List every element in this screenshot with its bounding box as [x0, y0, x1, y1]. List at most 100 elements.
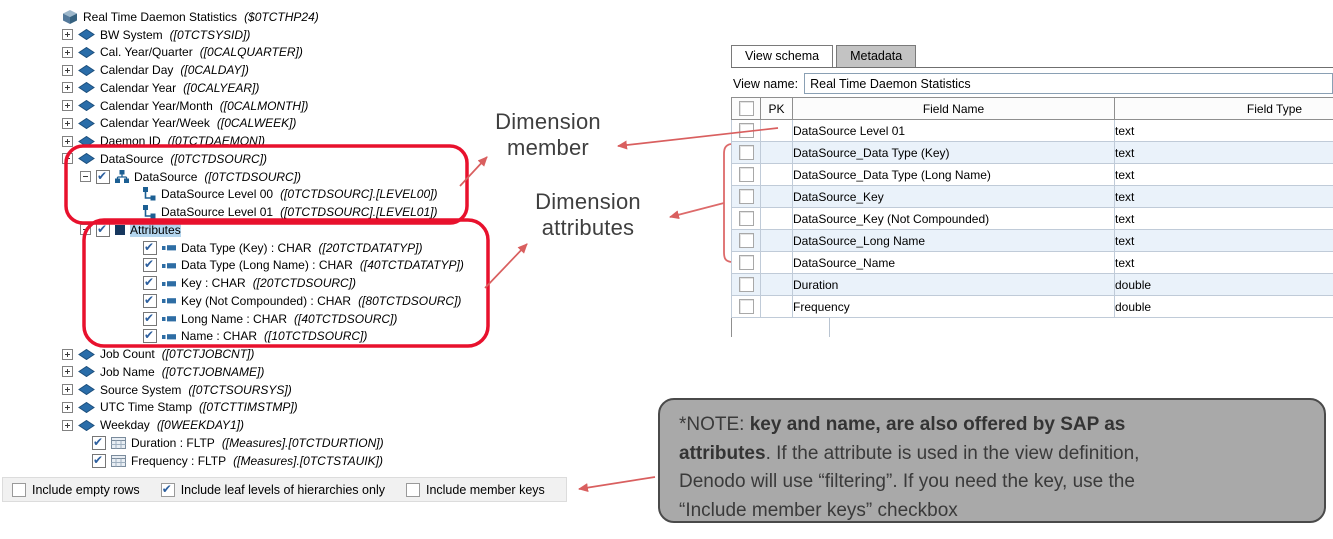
tree-item-label[interactable]: Calendar Year/Month	[100, 99, 213, 113]
row-checkbox[interactable]	[738, 167, 754, 183]
tree-item-label[interactable]: Job Name	[100, 365, 155, 379]
tree-item-label[interactable]: Calendar Year	[100, 81, 176, 95]
tree-item-label[interactable]: Weekday	[100, 418, 150, 432]
tree-item[interactable]: Daemon ID ([0TCTDAEMON])	[62, 132, 464, 150]
tree-item[interactable]: Calendar Year ([0CALYEAR])	[62, 79, 464, 97]
expand-plus-icon[interactable]	[62, 384, 73, 396]
tree-item-checkbox[interactable]	[143, 293, 157, 308]
expand-plus-icon[interactable]	[62, 366, 73, 378]
row-checkbox[interactable]	[738, 123, 754, 139]
tree-item-label[interactable]: Calendar Day	[100, 63, 173, 77]
row-checkbox[interactable]	[738, 255, 754, 271]
tree-item-checkbox[interactable]	[143, 240, 157, 255]
option-checkbox[interactable]	[12, 482, 26, 497]
tree-item-label[interactable]: DataSource	[134, 170, 197, 184]
tab-view-schema[interactable]: View schema	[731, 45, 834, 67]
tree-item-checkbox[interactable]	[143, 275, 157, 291]
tree-item-label[interactable]: Name : CHAR	[181, 329, 257, 343]
tree-item-label[interactable]: Job Count	[100, 347, 155, 361]
tree-item[interactable]: DataSource ([0TCTDSOURC])	[62, 150, 464, 168]
tree-item-label[interactable]: Long Name : CHAR	[181, 312, 287, 326]
row-checkbox[interactable]	[738, 299, 754, 315]
tree-item-label[interactable]: Real Time Daemon Statistics	[83, 10, 237, 24]
tree-item[interactable]: BW System ([0TCTSYSID])	[62, 26, 464, 44]
tree-item-checkbox[interactable]	[96, 169, 110, 184]
tree-item-checkbox[interactable]	[143, 257, 157, 273]
tree-item[interactable]: UTC Time Stamp ([0TCTTIMSTMP])	[62, 399, 464, 417]
tree-item[interactable]: Name : CHAR ([10TCTDSOURC])	[143, 328, 464, 346]
collapse-minus-icon[interactable]	[80, 171, 91, 183]
tree-item[interactable]: Long Name : CHAR ([40TCTDSOURC])	[143, 310, 464, 328]
tree-item-label[interactable]: Duration : FLTP	[131, 436, 215, 450]
tree-item[interactable]: DataSource Level 01 ([0TCTDSOURC].[LEVEL0…	[143, 203, 464, 221]
tree-item-label[interactable]: Source System	[100, 383, 181, 397]
tree-item-label[interactable]: DataSource Level 01	[161, 205, 273, 219]
tree-item-label[interactable]: DataSource	[100, 152, 163, 166]
tree-item-checkbox[interactable]	[92, 453, 106, 468]
tree-item[interactable]: Duration : FLTP ([Measures].[0TCTDURTION]…	[92, 434, 464, 452]
tree-item-label[interactable]: Frequency : FLTP	[131, 454, 226, 468]
expand-plus-icon[interactable]	[62, 100, 73, 112]
option-label[interactable]: Include leaf levels of hierarchies only	[181, 483, 385, 497]
tree-item[interactable]: Key (Not Compounded) : CHAR ([80TCTDSOURC…	[143, 292, 464, 310]
tree-item[interactable]: Calendar Year/Week ([0CALWEEK])	[62, 115, 464, 133]
tree-item-label[interactable]: Key : CHAR	[181, 276, 246, 290]
option-checkbox[interactable]	[160, 482, 175, 497]
tree-item[interactable]: Key : CHAR ([20TCTDSOURC])	[143, 274, 464, 292]
tree-item[interactable]: DataSource Level 00 ([0TCTDSOURC].[LEVEL0…	[143, 186, 464, 204]
tree-item[interactable]: Frequency : FLTP ([Measures].[0TCTSTAUIK]…	[92, 452, 464, 470]
tree-item-label[interactable]: Cal. Year/Quarter	[100, 45, 193, 59]
tree-item[interactable]: Weekday ([0WEEKDAY1])	[62, 416, 464, 434]
row-checkbox[interactable]	[738, 145, 754, 161]
row-checkbox[interactable]	[738, 189, 754, 205]
tree-item[interactable]: Real Time Daemon Statistics ($0TCTHP24)	[62, 8, 464, 26]
tab-metadata[interactable]: Metadata	[836, 45, 917, 67]
collapse-minus-icon[interactable]	[62, 153, 73, 165]
tree-item[interactable]: Job Name ([0TCTJOBNAME])	[62, 363, 464, 381]
expand-plus-icon[interactable]	[62, 135, 73, 147]
select-all-checkbox[interactable]	[738, 101, 754, 117]
collapse-minus-icon[interactable]	[80, 224, 91, 236]
tree-item[interactable]: Source System ([0TCTSOURSYS])	[62, 381, 464, 399]
tree-item-label[interactable]: Key (Not Compounded) : CHAR	[181, 294, 351, 308]
option-item: Include empty rows	[12, 482, 140, 497]
option-label[interactable]: Include member keys	[426, 483, 545, 497]
view-name-input[interactable]	[804, 73, 1333, 94]
tree-item-label[interactable]: DataSource Level 00	[161, 187, 273, 201]
expand-plus-icon[interactable]	[62, 117, 73, 129]
tree-item[interactable]: Attributes	[80, 221, 464, 239]
tree-item-label[interactable]: UTC Time Stamp	[100, 400, 192, 414]
tree-item[interactable]: Job Count ([0TCTJOBCNT])	[62, 345, 464, 363]
expand-plus-icon[interactable]	[62, 64, 73, 76]
tree-item[interactable]: Data Type (Key) : CHAR ([20TCTDATATYP])	[143, 239, 464, 257]
expand-plus-icon[interactable]	[62, 348, 73, 360]
option-label[interactable]: Include empty rows	[32, 483, 140, 497]
expand-plus-icon[interactable]	[62, 419, 73, 431]
tree-item[interactable]: Cal. Year/Quarter ([0CALQUARTER])	[62, 44, 464, 62]
option-checkbox[interactable]	[405, 482, 420, 497]
row-checkbox[interactable]	[738, 211, 754, 227]
tree-item[interactable]: Calendar Year/Month ([0CALMONTH])	[62, 97, 464, 115]
expand-plus-icon[interactable]	[62, 46, 73, 58]
tree-item[interactable]: Calendar Day ([0CALDAY])	[62, 61, 464, 79]
tree-item-label[interactable]: Calendar Year/Week	[100, 116, 210, 130]
tree-item-label[interactable]: Data Type (Long Name) : CHAR	[181, 258, 353, 272]
tree-item-checkbox[interactable]	[96, 222, 110, 237]
tree-item[interactable]: DataSource ([0TCTDSOURC])	[80, 168, 464, 186]
expand-plus-icon[interactable]	[62, 401, 73, 413]
tree-item-label[interactable]: Data Type (Key) : CHAR	[181, 241, 312, 255]
tree-item-label[interactable]: BW System	[100, 28, 163, 42]
expand-plus-icon[interactable]	[62, 29, 73, 41]
expand-plus-icon[interactable]	[62, 82, 73, 94]
row-checkbox[interactable]	[738, 277, 754, 293]
tree-item-checkbox[interactable]	[92, 435, 106, 450]
tree-item-checkbox[interactable]	[143, 328, 157, 344]
tree-item-checkbox[interactable]	[143, 311, 157, 326]
schema-table-row: Duration double	[731, 273, 1333, 296]
dimension-icon	[78, 29, 95, 41]
options-bar: Include empty rows Include leaf levels of…	[2, 477, 567, 502]
tree-item[interactable]: Data Type (Long Name) : CHAR ([40TCTDATAT…	[143, 257, 464, 275]
tree-item-label[interactable]: Attributes	[130, 222, 181, 237]
tree-item-label[interactable]: Daemon ID	[100, 134, 161, 148]
row-checkbox[interactable]	[738, 233, 754, 249]
